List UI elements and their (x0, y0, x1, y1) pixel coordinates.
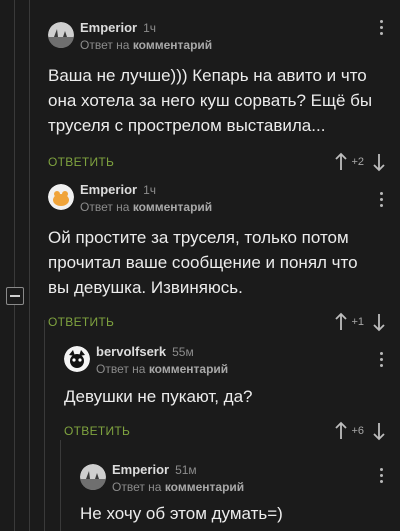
arrow-down-icon[interactable] (372, 311, 386, 333)
reply-button[interactable]: ОТВЕТИТЬ (48, 155, 114, 169)
comment-rating: +1 (351, 316, 364, 328)
reply-button[interactable]: ОТВЕТИТЬ (48, 315, 114, 329)
comment-rating: +2 (351, 156, 364, 168)
comment: bervolfserk 55м Ответ на комментарий Деву… (64, 344, 400, 444)
comment: Emperior 1ч Ответ на комментарий Ваша не … (48, 20, 400, 175)
reply-to: Ответ на комментарий (112, 480, 244, 494)
collapse-thread-icon[interactable] (6, 287, 24, 305)
username[interactable]: Emperior 1ч (80, 20, 156, 35)
more-vertical-icon[interactable] (380, 20, 384, 38)
comment-time: 55м (172, 345, 194, 359)
comment-text: Ваша не лучше))) Кепарь на авито и что о… (48, 66, 373, 135)
comment-rating: +6 (351, 425, 364, 437)
username-text[interactable]: bervolfserk (96, 344, 166, 359)
arrow-down-icon[interactable] (372, 151, 386, 173)
username-text[interactable]: Emperior (112, 462, 169, 477)
thread-line (60, 440, 61, 531)
reply-to: Ответ на комментарий (80, 200, 212, 214)
reply-to-link[interactable]: комментарий (133, 38, 212, 52)
comment-time: 1ч (143, 21, 157, 35)
reply-to-link[interactable]: комментарий (149, 362, 228, 376)
user-avatar[interactable] (48, 22, 74, 48)
reply-to: Ответ на комментарий (96, 362, 228, 376)
username-text[interactable]: Emperior (80, 182, 137, 197)
comment-header: Emperior 51м Ответ на комментарий (80, 462, 400, 506)
reply-to-prefix: Ответ на (96, 362, 146, 376)
username[interactable]: bervolfserk 55м (96, 344, 194, 359)
comment-header: bervolfserk 55м Ответ на комментарий (64, 344, 400, 388)
reply-button[interactable]: ОТВЕТИТЬ (64, 424, 130, 438)
comment-text: Ой простите за труселя, только потом про… (48, 228, 358, 297)
reply-to-link[interactable]: комментарий (165, 480, 244, 494)
more-vertical-icon[interactable] (380, 352, 384, 370)
reply-to-prefix: Ответ на (80, 38, 130, 52)
comment-header: Emperior 1ч Ответ на комментарий (48, 182, 400, 226)
username[interactable]: Emperior 1ч (80, 182, 156, 197)
comment-actions: ОТВЕТИТЬ +6 (64, 420, 400, 444)
reply-to-link[interactable]: комментарий (133, 200, 212, 214)
arrow-up-icon[interactable] (334, 151, 348, 173)
thread-line (29, 0, 30, 531)
comment-actions: ОТВЕТИТЬ +1 (48, 311, 400, 335)
user-avatar[interactable] (80, 464, 106, 490)
more-vertical-icon[interactable] (380, 192, 384, 210)
comment: Emperior 51м Ответ на комментарий Не хочу… (80, 462, 400, 526)
thread-line (14, 0, 15, 531)
comment-time: 1ч (143, 183, 157, 197)
user-avatar[interactable] (48, 184, 74, 210)
reply-to: Ответ на комментарий (80, 38, 212, 52)
reply-to-prefix: Ответ на (80, 200, 130, 214)
arrow-up-icon[interactable] (334, 420, 348, 442)
comment-header: Emperior 1ч Ответ на комментарий (48, 20, 400, 64)
username-text[interactable]: Emperior (80, 20, 137, 35)
more-vertical-icon[interactable] (380, 468, 384, 486)
comment: Emperior 1ч Ответ на комментарий Ой прост… (48, 182, 400, 335)
thread-line (44, 320, 45, 531)
arrow-up-icon[interactable] (334, 311, 348, 333)
comment-actions: ОТВЕТИТЬ +2 (48, 151, 400, 175)
reply-to-prefix: Ответ на (112, 480, 162, 494)
comment-time: 51м (175, 463, 197, 477)
user-avatar[interactable] (64, 346, 90, 372)
arrow-down-icon[interactable] (372, 420, 386, 442)
username[interactable]: Emperior 51м (112, 462, 197, 477)
